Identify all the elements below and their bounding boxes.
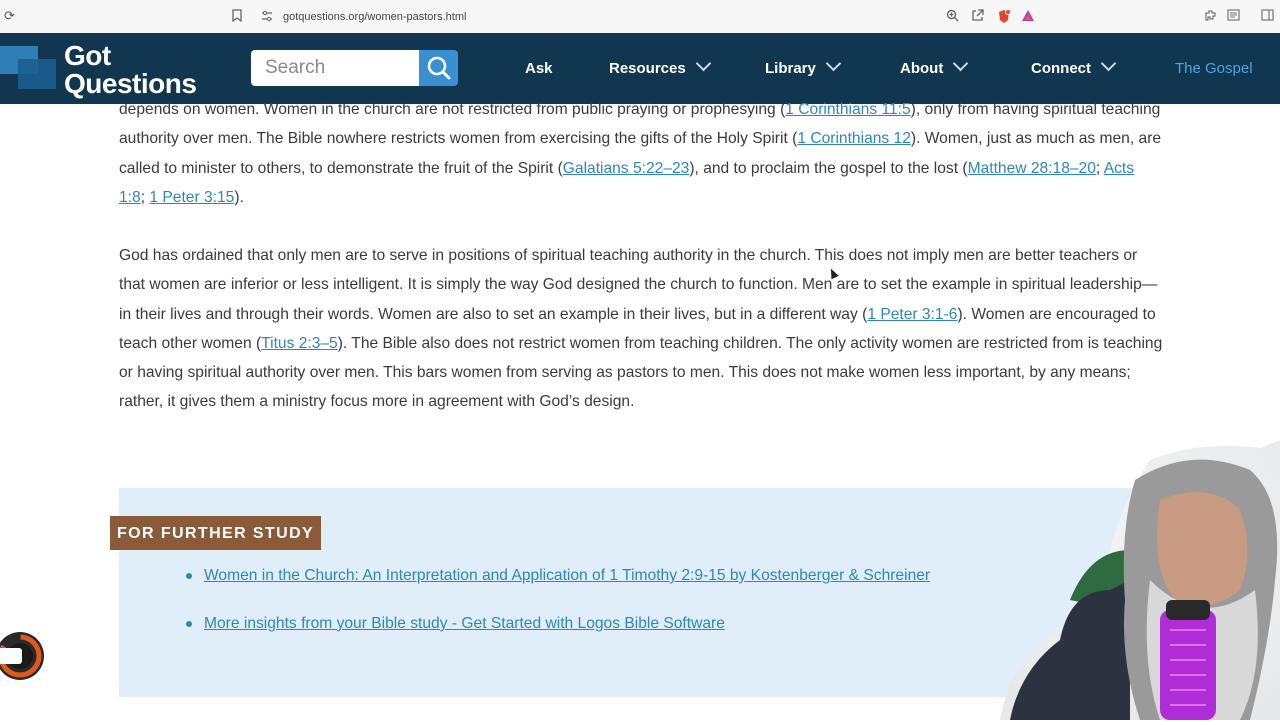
scripture-link[interactable]: Titus 2:3–5 [261,335,338,352]
scripture-link[interactable]: 1 Peter 3:15 [149,189,234,206]
logo-text-got: Got [64,40,111,71]
article-paragraph: depends on women. Women in the church ar… [119,95,1164,212]
reload-icon[interactable]: ⟳ [4,9,18,23]
nav-the-gospel[interactable]: The Gospel [1175,60,1253,78]
search-input[interactable] [251,50,429,86]
nav-about-label: About [900,60,944,77]
chevron-down-icon [953,55,969,72]
nav-library[interactable]: Library [765,55,842,78]
floating-widget[interactable] [0,620,44,690]
webcam-person-image [1000,440,1280,720]
chevron-down-icon [695,55,711,72]
further-study-heading: FOR FURTHER STUDY [110,516,322,550]
search-field[interactable] [251,50,429,86]
list-item: Women in the Church: An Interpretation a… [186,565,930,613]
webcam-overlay [1000,440,1280,720]
nav-resources-label: Resources [609,60,686,77]
list-item: More insights from your Bible study - Ge… [186,613,930,661]
nav-library-label: Library [765,60,816,77]
nav-ask-label: Ask [525,60,553,77]
chevron-down-icon [825,55,842,72]
paragraph-text: depends on women. Women in the church ar… [119,101,786,118]
bookmark-icon[interactable] [232,9,244,23]
paragraph-text: ). [234,188,244,206]
logo-mark-overlay [18,59,56,89]
scripture-link[interactable]: Matthew 28:18–20 [968,160,1096,177]
brave-rewards-icon[interactable] [1021,9,1035,23]
search-icon [427,56,451,80]
gotquestions-logo[interactable]: Got Questions [0,41,215,99]
site-header: Got Questions Ask Resources Library Abou… [0,33,1280,104]
nav-connect[interactable]: Connect [1031,55,1117,78]
address-bar[interactable]: gotquestions.org/women-pastors.html [283,9,466,25]
chevron-down-icon [1100,55,1117,72]
nav-resources[interactable]: Resources [609,55,711,78]
nav-ask[interactable]: Ask [525,60,553,78]
extensions-icon[interactable] [1203,9,1217,23]
paragraph-text: ; [1095,159,1104,177]
zoom-icon[interactable] [945,9,959,23]
scripture-link[interactable]: 1 Corinthians 11:5 [785,101,910,118]
article-paragraph: God has ordained that only men are to se… [119,241,1164,417]
nav-about[interactable]: About [900,55,969,78]
further-study-list: Women in the Church: An Interpretation a… [186,565,930,661]
search-button[interactable] [419,50,458,86]
scripture-link[interactable]: Galatians 5:22–23 [563,160,690,177]
brave-shield-icon[interactable] [997,9,1011,23]
scripture-link[interactable]: 1 Peter 3:1-6 [867,306,957,323]
nav-connect-label: Connect [1031,60,1091,77]
site-info-icon[interactable] [261,10,273,26]
paragraph-text: ), and to proclaim the gospel to the los… [689,159,968,177]
share-icon[interactable] [970,9,984,23]
scripture-link[interactable]: 1 Corinthians 12 [797,130,911,147]
reader-icon[interactable] [1226,9,1240,23]
further-study-link[interactable]: More insights from your Bible study - Ge… [204,615,725,632]
sidebar-icon[interactable] [1260,9,1274,23]
widget-icon [0,632,44,680]
further-study-link[interactable]: Women in the Church: An Interpretation a… [204,567,930,584]
browser-toolbar: ⟳ gotquestions.org/women-pastors.html [0,0,1280,34]
